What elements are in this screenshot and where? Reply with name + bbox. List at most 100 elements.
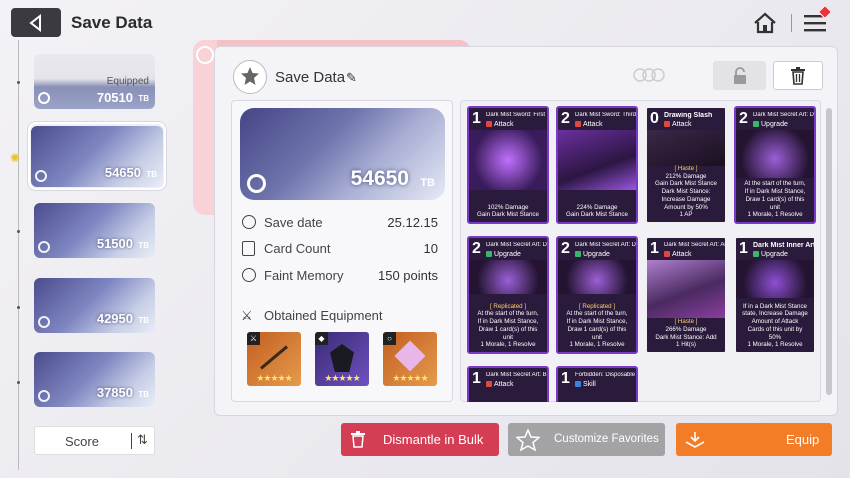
card-name: Drawing Slash: [664, 112, 713, 119]
card[interactable]: 1 Dark Mist Inner Art Upgrade If in a Da…: [734, 236, 816, 354]
sort-button[interactable]: Score ⇅: [34, 426, 155, 455]
card-type-label: Attack: [494, 121, 514, 128]
save-unit: TB: [420, 177, 435, 189]
save-value: 54650: [350, 167, 409, 190]
equipment-accessory[interactable]: ○ ★★★★★: [383, 332, 437, 386]
card-count-value: 10: [423, 241, 438, 256]
card-art: [469, 260, 547, 294]
card-desc-line: Gain Dark Mist Stance: [477, 211, 539, 219]
card-type-label: Upgrade: [583, 251, 610, 258]
card-desc-line: Gain Dark Mist Stance: [566, 211, 628, 219]
save-data-icon: [233, 60, 267, 94]
card-name: Dark Mist Sword: Third Form: [575, 112, 636, 118]
dismantle-in-bulk-button[interactable]: Dismantle in Bulk: [341, 423, 499, 456]
card-type: Attack: [486, 381, 513, 388]
equipment-armor[interactable]: ◆ ★★★★★: [315, 332, 369, 386]
accessory-art: [394, 340, 426, 372]
card-type: Attack: [575, 121, 602, 128]
card-type: Attack: [664, 121, 691, 128]
save-slot[interactable]: 42950 TB: [34, 278, 155, 333]
back-button[interactable]: [11, 8, 61, 37]
card-desc-line: Cards of this unit by: [747, 325, 803, 333]
save-date-value: 25.12.15: [387, 215, 438, 230]
card[interactable]: 1 Dark Mist Secret Art: Black Dance Atta…: [467, 366, 549, 402]
equip-icon: [685, 432, 705, 448]
sort-label: Score: [65, 434, 99, 449]
card-desc-line: state, Increase Damage: [742, 310, 808, 318]
save-slot[interactable]: 37850 TB: [34, 352, 155, 407]
card-cost: 1: [561, 370, 570, 387]
card-desc-line: [ Replicated ]: [489, 302, 527, 310]
sort-divider: [131, 433, 132, 449]
card-desc-line: Dark Mist Stance: Add: [655, 333, 717, 341]
card[interactable]: 2 Dark Mist Sword: Third Form Attack 224…: [556, 106, 638, 224]
card-type-label: Attack: [494, 381, 514, 388]
card-type: Upgrade: [486, 251, 521, 258]
card-name: Dark Mist Secret Art: Destruction: [575, 242, 637, 248]
ring-icon: ○: [383, 332, 396, 345]
card-cost: 2: [739, 110, 748, 127]
card[interactable]: 1 Dark Mist Sword: First Form Attack 102…: [467, 106, 549, 224]
card-description: [ Replicated ] At the start of the turn,…: [471, 303, 545, 350]
card-art: [558, 130, 636, 190]
attack-icon: [486, 121, 492, 127]
card-art: [736, 260, 814, 298]
card-desc-line: unit: [503, 333, 513, 341]
card-desc-line: Draw 1 card(s) of this: [567, 325, 627, 333]
header-divider: [791, 14, 792, 32]
customize-favorites-button[interactable]: Customize Favorites: [508, 423, 665, 456]
card-name: Dark Mist Secret Art: Destruction: [486, 242, 548, 248]
card-desc-line: 1 Morale, 1 Resolve: [480, 341, 536, 349]
emblem-icon: [196, 46, 214, 64]
card[interactable]: 2 Dark Mist Secret Art: Destruction Upgr…: [467, 236, 549, 354]
card-grid-scrollbar[interactable]: [826, 108, 832, 395]
card[interactable]: 2 Dark Mist Secret Art: Destruction Upgr…: [734, 106, 816, 224]
equipment-weapon[interactable]: ⚔ ★★★★★: [247, 332, 301, 386]
card-type-label: Attack: [672, 121, 692, 128]
card-cost: 2: [561, 240, 570, 257]
home-icon[interactable]: [752, 10, 778, 36]
card[interactable]: 1 Forbidden: Disposable Ego Skill: [556, 366, 638, 402]
card-desc-line: 1 Morale, 1 Resolve: [747, 341, 803, 349]
panel-title: Save Data: [275, 69, 346, 86]
card-cost: 1: [472, 110, 481, 127]
card-type: Attack: [486, 121, 513, 128]
save-slot[interactable]: 51500 TB: [34, 203, 155, 258]
lock-button[interactable]: [713, 61, 766, 90]
equip-button[interactable]: Equip: [676, 423, 832, 456]
sparkle-icon: ✺: [10, 151, 21, 165]
slot-unit: TB: [138, 241, 149, 250]
upgrade-icon: [753, 121, 759, 127]
card[interactable]: 1 Dark Mist Secret Art: Annihilation Att…: [645, 236, 727, 354]
card-description: 102% Damage Gain Dark Mist Stance: [471, 204, 545, 220]
slot-emblem-icon: [38, 316, 50, 328]
card-cost: 1: [650, 240, 659, 257]
card-desc-line: Increase Damage: [661, 195, 711, 203]
timeline-line: [18, 40, 19, 470]
delete-button[interactable]: [773, 61, 823, 90]
card-desc-line: 212% Damage: [665, 172, 707, 180]
back-arrow-icon: [29, 13, 41, 32]
card-desc-line: At the start of the turn,: [744, 180, 806, 188]
sort-order-icon[interactable]: ⇅: [137, 432, 148, 448]
slot-value: 70510: [96, 90, 133, 105]
card-desc-line: Draw 1 card(s) of this: [745, 195, 805, 203]
card[interactable]: 0 Drawing Slash Attack [ Haste ] 212% Da…: [645, 106, 727, 224]
edit-name-icon[interactable]: ✎: [346, 70, 357, 86]
customize-label: Customize Favorites: [554, 433, 659, 445]
page-title: Save Data: [71, 13, 153, 32]
card-desc-line: Draw 1 card(s) of this: [478, 325, 538, 333]
card-description: [ Haste ] 212% Damage Gain Dark Mist Sta…: [649, 165, 723, 219]
save-slot-equipped[interactable]: Equipped 70510 TB: [34, 54, 155, 109]
favorite-star-icon: [516, 429, 540, 451]
card-description: [ Haste ] 266% Damage Dark Mist Stance: …: [649, 318, 723, 349]
card[interactable]: 2 Dark Mist Secret Art: Destruction Upgr…: [556, 236, 638, 354]
card-desc-line: Gain Dark Mist Stance: [655, 180, 717, 188]
card-desc-line: 1 Hit(s): [676, 341, 696, 349]
dismantle-label: Dismantle in Bulk: [383, 432, 484, 447]
save-slot-selected[interactable]: 54650 TB: [31, 126, 163, 187]
card-type-label: Attack: [583, 121, 603, 128]
attack-icon: [575, 121, 581, 127]
character-portrait[interactable]: [671, 58, 706, 91]
card-type: Upgrade: [753, 121, 788, 128]
